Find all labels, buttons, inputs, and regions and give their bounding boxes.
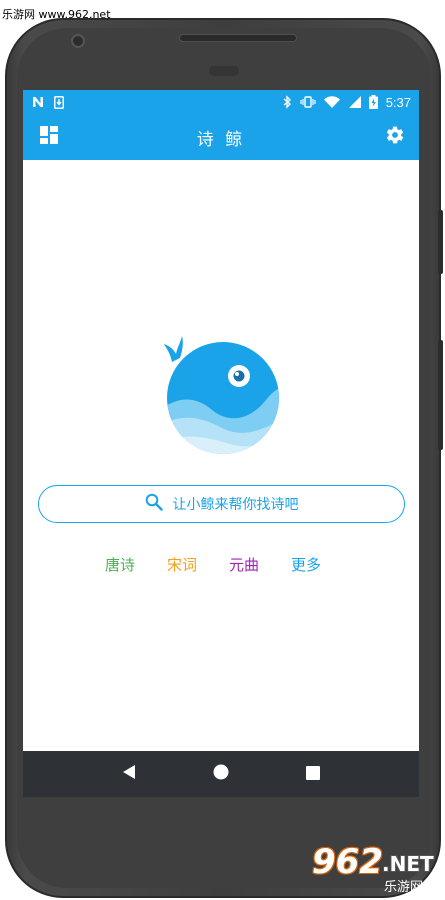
category-more[interactable]: 更多 xyxy=(291,554,321,575)
back-icon xyxy=(122,764,136,784)
vibrate-icon xyxy=(300,96,316,108)
dashboard-button[interactable] xyxy=(27,114,71,160)
site-watermark: 乐游网 www.962.net xyxy=(2,8,111,21)
status-time: 5:37 xyxy=(385,94,411,110)
app-title: 诗 鲸 xyxy=(196,129,246,150)
brand-number: 962 xyxy=(312,842,383,882)
search-icon xyxy=(145,493,163,515)
front-camera xyxy=(71,34,85,48)
category-links: 唐诗 宋词 元曲 更多 xyxy=(23,554,419,578)
main-content: 让小鲸来帮你找诗吧 唐诗 宋词 元曲 更多 xyxy=(23,160,419,751)
sim-download-icon xyxy=(54,95,64,109)
home-icon xyxy=(213,764,229,784)
screenshot-stage: 乐游网 www.962.net 5:37 诗 鲸 让小鲸来帮你找诗吧 唐诗 宋词… xyxy=(0,0,445,900)
settings-button[interactable] xyxy=(373,114,417,160)
notification-n-icon xyxy=(32,96,46,108)
brand-suffix: .NET xyxy=(382,852,434,876)
earpiece-speaker xyxy=(179,34,297,42)
battery-charging-icon xyxy=(368,95,378,109)
status-bar: 5:37 xyxy=(23,90,419,114)
bluetooth-icon xyxy=(283,95,292,109)
category-tang-poems[interactable]: 唐诗 xyxy=(105,554,135,575)
wifi-icon xyxy=(323,96,340,108)
volume-button xyxy=(438,340,443,450)
dashboard-icon xyxy=(40,126,58,148)
962-brand-logo: 962 .NET 乐游网 xyxy=(306,840,444,898)
brand-cn-name: 乐游网 xyxy=(384,880,424,895)
category-yuan-qu[interactable]: 元曲 xyxy=(229,554,259,575)
signal-icon xyxy=(348,96,361,108)
search-placeholder: 让小鲸来帮你找诗吧 xyxy=(172,497,299,513)
poem-search-box[interactable]: 让小鲸来帮你找诗吧 xyxy=(38,485,405,523)
app-bar: 诗 鲸 xyxy=(23,114,419,160)
home-button[interactable] xyxy=(201,754,241,794)
system-nav-bar xyxy=(23,751,419,797)
settings-gear-icon xyxy=(385,125,405,149)
back-button[interactable] xyxy=(109,754,149,794)
recents-icon xyxy=(306,765,320,784)
category-song-ci[interactable]: 宋词 xyxy=(167,554,197,575)
whale-logo-icon xyxy=(160,328,286,454)
recents-button[interactable] xyxy=(293,754,333,794)
app-screen: 5:37 诗 鲸 让小鲸来帮你找诗吧 唐诗 宋词 元曲 更多 xyxy=(23,90,419,797)
proximity-sensor xyxy=(209,66,239,76)
power-button xyxy=(438,210,443,274)
